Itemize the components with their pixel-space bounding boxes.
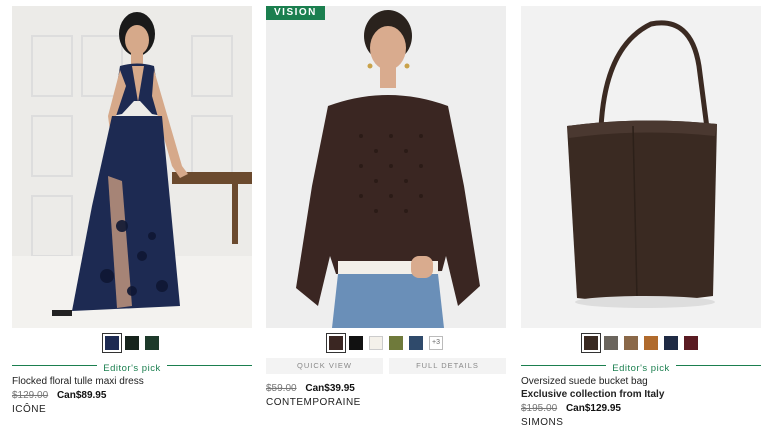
product-name[interactable]: Oversized suede bucket bag <box>521 375 761 388</box>
product-tagline: Exclusive collection from Italy <box>521 389 665 400</box>
color-swatch[interactable] <box>349 336 363 350</box>
color-swatch[interactable] <box>326 333 346 353</box>
product-prices: $129.00 Can$89.95 <box>12 389 252 403</box>
color-swatch[interactable] <box>684 336 698 350</box>
product-brand: ICÔNE <box>12 404 47 415</box>
product-brand: SIMONS <box>521 417 564 426</box>
full-details-button[interactable]: FULL DETAILS <box>389 358 506 374</box>
color-swatches <box>521 333 761 353</box>
color-swatch[interactable] <box>369 336 383 350</box>
product-card[interactable]: Editor's pick Flocked floral tulle maxi … <box>12 6 252 417</box>
color-swatches <box>12 333 252 353</box>
editors-pick-label: Editor's pick <box>12 358 252 374</box>
product-image[interactable] <box>12 6 252 328</box>
more-colors-button[interactable]: +3 <box>429 336 443 350</box>
product-card[interactable]: VISION +3 QUICK VIEW FULL DETAILS $59.00… <box>266 6 506 410</box>
color-swatches: +3 <box>266 333 506 353</box>
color-swatch[interactable] <box>644 336 658 350</box>
product-prices: $195.00 Can$129.95 <box>521 402 761 416</box>
color-swatch[interactable] <box>125 336 139 350</box>
color-swatch[interactable] <box>624 336 638 350</box>
vision-badge: VISION <box>266 6 325 20</box>
color-swatch[interactable] <box>581 333 601 353</box>
product-brand: CONTEMPORAINE <box>266 397 361 408</box>
original-price: $195.00 <box>521 403 558 414</box>
quick-actions: QUICK VIEW FULL DETAILS <box>266 358 506 374</box>
product-image[interactable] <box>521 6 761 328</box>
sale-price: Can$39.95 <box>305 383 355 394</box>
product-prices: $59.00 Can$39.95 <box>266 382 506 396</box>
quick-view-button[interactable]: QUICK VIEW <box>266 358 383 374</box>
color-swatch[interactable] <box>145 336 159 350</box>
sale-price: Can$129.95 <box>565 403 621 414</box>
editors-pick-label: Editor's pick <box>521 358 761 374</box>
color-swatch[interactable] <box>102 333 122 353</box>
sale-price: Can$89.95 <box>56 390 107 401</box>
original-price: $59.00 <box>266 383 297 394</box>
product-card[interactable]: Editor's pick Oversized suede bucket bag… <box>521 6 761 426</box>
product-image[interactable]: VISION <box>266 6 506 328</box>
color-swatch[interactable] <box>409 336 423 350</box>
product-name[interactable]: Flocked floral tulle maxi dress <box>12 375 252 388</box>
color-swatch[interactable] <box>389 336 403 350</box>
color-swatch[interactable] <box>604 336 618 350</box>
original-price: $129.00 <box>12 390 49 401</box>
color-swatch[interactable] <box>664 336 678 350</box>
